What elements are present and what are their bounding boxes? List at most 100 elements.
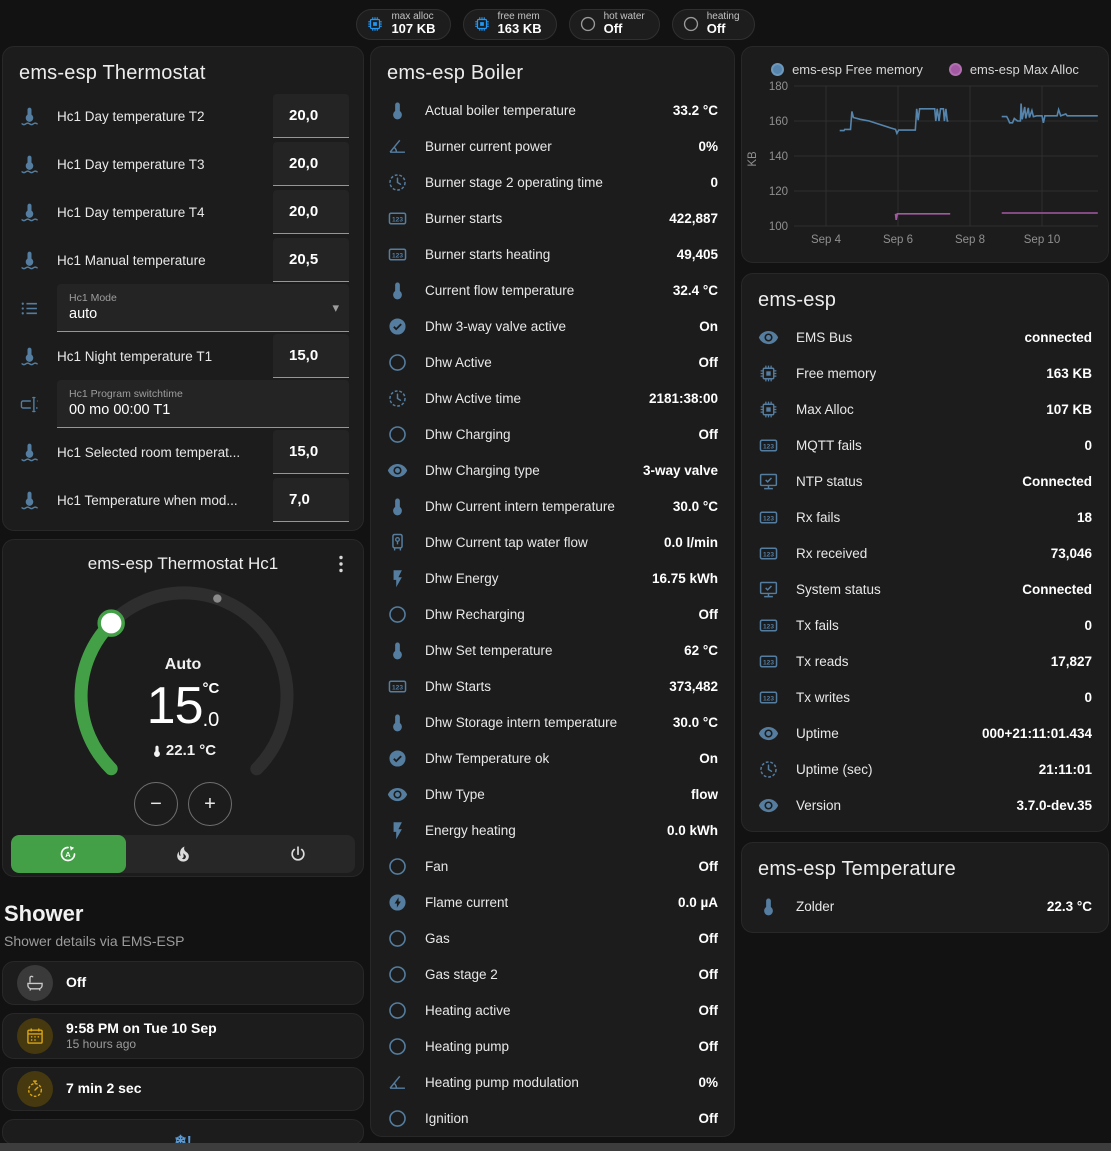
entity-row[interactable]: Burner starts heating49,405 bbox=[371, 236, 734, 272]
entity-row[interactable]: Free memory163 KB bbox=[742, 355, 1108, 391]
entity-row[interactable]: Dhw Temperature okOn bbox=[371, 740, 734, 776]
entity-row[interactable]: GasOff bbox=[371, 920, 734, 956]
entity-row[interactable]: EMS Busconnected bbox=[742, 319, 1108, 355]
entity-row[interactable]: Dhw Typeflow bbox=[371, 776, 734, 812]
eye-icon bbox=[758, 723, 779, 744]
entity-value: 30.0 °C bbox=[665, 715, 718, 730]
entity-row[interactable]: Tx writes0 bbox=[742, 679, 1108, 715]
bottom-scrollbar[interactable] bbox=[0, 1143, 1111, 1151]
entity-row[interactable]: Dhw ChargingOff bbox=[371, 416, 734, 452]
entity-value: 17,827 bbox=[1043, 654, 1092, 669]
dial-handle[interactable] bbox=[99, 611, 123, 635]
entity-row[interactable]: Tx reads 17,827 bbox=[742, 643, 1108, 679]
thermo-water-icon bbox=[19, 154, 40, 175]
entity-row[interactable]: NTP statusConnected bbox=[742, 463, 1108, 499]
hvac-mode-off-button[interactable] bbox=[240, 835, 355, 873]
mode-select[interactable]: Hc1 Modeauto▾ bbox=[57, 284, 349, 332]
legend-item[interactable]: ems-esp Max Alloc bbox=[949, 60, 1079, 79]
entity-row[interactable]: Zolder22.3 °C bbox=[742, 888, 1108, 924]
circle-icon bbox=[387, 604, 408, 625]
bath-icon bbox=[25, 973, 45, 993]
entity-row[interactable]: Gas stage 2Off bbox=[371, 956, 734, 992]
status-chip[interactable]: heatingOff bbox=[672, 9, 755, 40]
entity-row[interactable]: Dhw 3-way valve activeOn bbox=[371, 308, 734, 344]
number-input[interactable]: 20,5 bbox=[273, 238, 349, 282]
circle-icon bbox=[387, 928, 408, 949]
counter-icon bbox=[758, 651, 779, 672]
more-options-icon[interactable] bbox=[329, 552, 353, 576]
thermostat-row: Hc1 Manual temperature20,5 bbox=[3, 236, 363, 284]
shower-info-card[interactable]: 9:58 PM on Tue 10 Sep15 hours ago bbox=[2, 1013, 364, 1059]
thermo-water-icon bbox=[19, 250, 40, 271]
entity-row[interactable]: Version3.7.0-dev.35 bbox=[742, 787, 1108, 823]
entity-row[interactable]: Tx fails0 bbox=[742, 607, 1108, 643]
status-chip[interactable]: max alloc107 KB bbox=[356, 9, 450, 40]
entity-row[interactable]: Heating activeOff bbox=[371, 992, 734, 1028]
hvac-mode-auto-button[interactable] bbox=[11, 835, 126, 873]
entity-row[interactable]: Dhw Active time2181:38:00 bbox=[371, 380, 734, 416]
entity-row[interactable]: IgnitionOff bbox=[371, 1100, 734, 1136]
entity-value: 0% bbox=[690, 1075, 718, 1090]
entity-value: 21:11:01 bbox=[1031, 762, 1092, 777]
entity-row[interactable]: Heating pump modulation0% bbox=[371, 1064, 734, 1100]
entity-name: Hc1 Day temperature T2 bbox=[57, 109, 273, 124]
shower-alert-card[interactable]: ❄! bbox=[2, 1119, 364, 1145]
status-chip[interactable]: hot waterOff bbox=[569, 9, 660, 40]
number-input[interactable]: 20,0 bbox=[273, 94, 349, 138]
entity-row[interactable]: Dhw Storage intern temperature30.0 °C bbox=[371, 704, 734, 740]
entity-row[interactable]: Dhw Energy16.75 kWh bbox=[371, 560, 734, 596]
entity-row[interactable]: Flame current0.0 µA bbox=[371, 884, 734, 920]
number-input[interactable]: 20,0 bbox=[273, 190, 349, 234]
entity-row[interactable]: Uptime (sec)21:11:01 bbox=[742, 751, 1108, 787]
entity-row[interactable]: Dhw Current tap water flow0.0 l/min bbox=[371, 524, 734, 560]
entity-row[interactable]: Dhw Set temperature62 °C bbox=[371, 632, 734, 668]
hvac-mode-heat-button[interactable] bbox=[126, 835, 241, 873]
hvac-mode-bar bbox=[11, 835, 355, 873]
shower-info-card[interactable]: Off bbox=[2, 961, 364, 1005]
temperature-decrease-button[interactable]: − bbox=[134, 782, 178, 826]
entity-row[interactable]: Burner starts422,887 bbox=[371, 200, 734, 236]
entity-name: Tx reads bbox=[796, 654, 849, 669]
number-input[interactable]: 15,0 bbox=[273, 430, 349, 474]
entity-row[interactable]: Dhw ActiveOff bbox=[371, 344, 734, 380]
entity-row[interactable]: Dhw Current intern temperature30.0 °C bbox=[371, 488, 734, 524]
text-input[interactable]: Hc1 Program switchtime00 mo 00:00 T1 bbox=[57, 380, 349, 428]
clock-icon bbox=[387, 388, 408, 409]
temperature-increase-button[interactable]: + bbox=[188, 782, 232, 826]
entity-row[interactable]: Burner stage 2 operating time0 bbox=[371, 164, 734, 200]
entity-row[interactable]: Current flow temperature32.4 °C bbox=[371, 272, 734, 308]
number-input[interactable]: 15,0 bbox=[273, 334, 349, 378]
textbox-icon bbox=[19, 394, 40, 415]
legend-item[interactable]: ems-esp Free memory bbox=[771, 60, 923, 79]
entity-row[interactable]: FanOff bbox=[371, 848, 734, 884]
entity-value: Off bbox=[691, 607, 719, 622]
number-input[interactable]: 7,0 bbox=[273, 478, 349, 522]
entity-row[interactable]: Dhw Starts373,482 bbox=[371, 668, 734, 704]
entity-row[interactable]: Heating pumpOff bbox=[371, 1028, 734, 1064]
entity-row[interactable]: System statusConnected bbox=[742, 571, 1108, 607]
entity-value: Off bbox=[691, 427, 719, 442]
chip-value: Off bbox=[604, 22, 645, 36]
entity-row[interactable]: Actual boiler temperature33.2 °C bbox=[371, 92, 734, 128]
circle-icon bbox=[387, 352, 408, 373]
entity-name: Hc1 Night temperature T1 bbox=[57, 349, 273, 364]
entity-row[interactable]: Dhw RechargingOff bbox=[371, 596, 734, 632]
status-chip[interactable]: free mem163 KB bbox=[463, 9, 557, 40]
entity-value: 107 KB bbox=[1038, 402, 1092, 417]
shower-card-value: 7 min 2 sec bbox=[66, 1080, 142, 1098]
entity-row[interactable]: Max Alloc107 KB bbox=[742, 391, 1108, 427]
entity-row[interactable]: Rx received73,046 bbox=[742, 535, 1108, 571]
entity-row[interactable]: Uptime000+21:11:01.434 bbox=[742, 715, 1108, 751]
thermometer-icon bbox=[758, 896, 779, 917]
entity-row[interactable]: Energy heating0.0 kWh bbox=[371, 812, 734, 848]
entity-name: Rx fails bbox=[796, 510, 840, 525]
shower-card-value: 9:58 PM on Tue 10 Sep bbox=[66, 1020, 217, 1038]
entity-row[interactable]: MQTT fails0 bbox=[742, 427, 1108, 463]
legend-dot bbox=[771, 63, 784, 76]
shower-info-card[interactable]: 7 min 2 sec bbox=[2, 1067, 364, 1111]
entity-row[interactable]: Dhw Charging type3-way valve bbox=[371, 452, 734, 488]
entity-name: Dhw Set temperature bbox=[425, 643, 553, 658]
entity-row[interactable]: Burner current power0% bbox=[371, 128, 734, 164]
number-input[interactable]: 20,0 bbox=[273, 142, 349, 186]
entity-row[interactable]: Rx fails18 bbox=[742, 499, 1108, 535]
